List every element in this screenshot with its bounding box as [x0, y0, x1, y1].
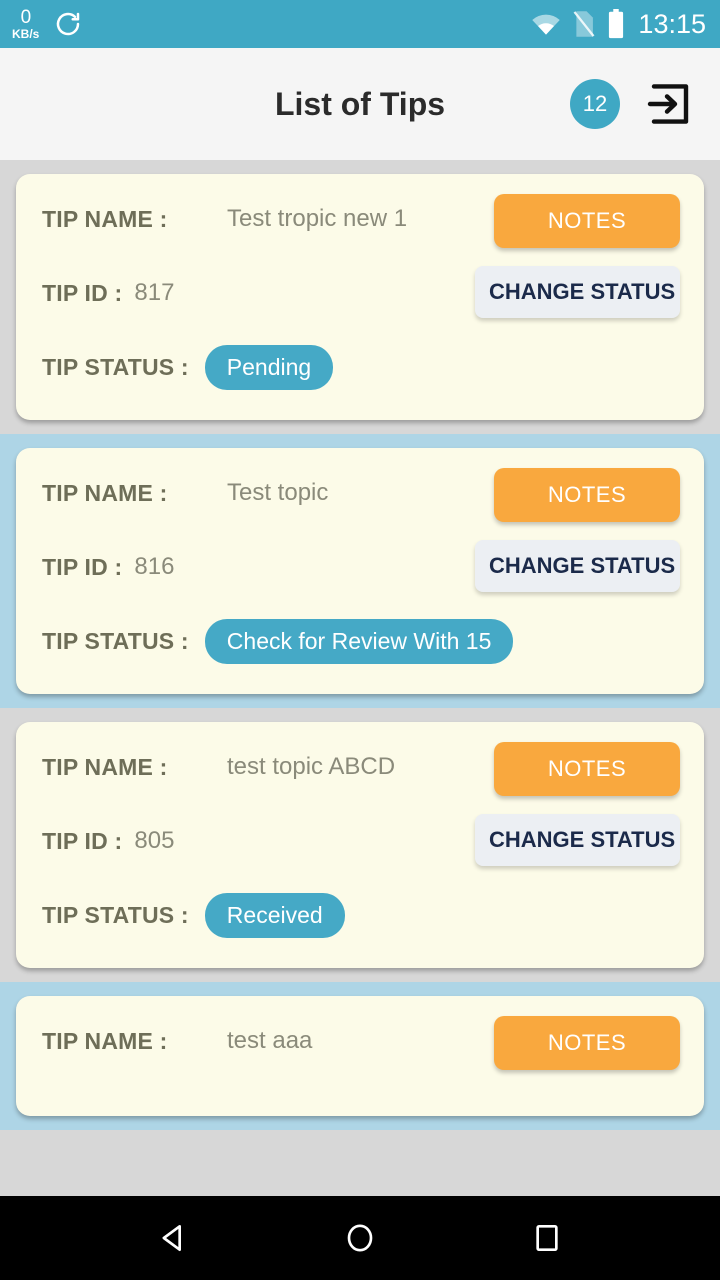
- list-item[interactable]: NOTES TIP NAME : test aaa: [0, 982, 720, 1130]
- tip-name-value: test topic ABCD: [227, 753, 396, 780]
- android-navigation-bar: [0, 1196, 720, 1280]
- tip-status-row: TIP STATUS : Check for Review With 15: [42, 616, 680, 666]
- tip-name-row: TIP NAME : test aaa: [42, 1016, 680, 1066]
- network-speed-value: 0: [20, 7, 32, 28]
- tip-card[interactable]: NOTES CHANGE STATUS TIP NAME : Test trop…: [16, 174, 704, 420]
- list-item[interactable]: NOTES CHANGE STATUS TIP NAME : test topi…: [0, 708, 720, 982]
- tip-id-value: 805: [134, 827, 175, 854]
- tip-id-value: 817: [134, 279, 175, 306]
- tip-name-value: test aaa: [227, 1027, 313, 1054]
- tip-name-label: TIP NAME :: [42, 479, 168, 506]
- tip-name-value: Test tropic new 1: [227, 205, 408, 232]
- tip-card-fields: TIP NAME : test aaa: [42, 1016, 680, 1066]
- status-badge[interactable]: Check for Review With 15: [204, 618, 514, 664]
- tip-id-label: TIP ID :: [42, 279, 123, 306]
- page-title: List of Tips: [274, 85, 446, 122]
- tip-status-pill-wrap: Check for Review With 15: [204, 618, 514, 664]
- tip-id-row: TIP ID : 816: [42, 542, 680, 592]
- status-badge[interactable]: Received: [204, 892, 345, 938]
- tip-count-badge[interactable]: 12: [570, 79, 620, 129]
- header-actions: 12: [570, 79, 694, 129]
- tip-id-value: 816: [134, 553, 175, 580]
- wifi-icon: [531, 12, 561, 36]
- tip-status-label: TIP STATUS :: [42, 353, 189, 380]
- status-badge[interactable]: Pending: [204, 344, 334, 390]
- logout-button[interactable]: [646, 80, 694, 128]
- tip-id-row: TIP ID : 817: [42, 268, 680, 318]
- tip-card[interactable]: NOTES CHANGE STATUS TIP NAME : test topi…: [16, 722, 704, 968]
- app-header: List of Tips 12: [0, 48, 720, 160]
- battery-full-icon: [607, 9, 625, 39]
- list-item[interactable]: NOTES CHANGE STATUS TIP NAME : Test topi…: [0, 434, 720, 708]
- tip-status-label: TIP STATUS :: [42, 901, 189, 928]
- tip-name-label: TIP NAME :: [42, 1027, 168, 1054]
- network-speed-indicator: 0 KB/s: [12, 8, 39, 40]
- app-root: 0 KB/s 13:15 List of Tips 12 NOTES CHANG…: [0, 0, 720, 1280]
- logout-exit-icon: [646, 80, 694, 128]
- tip-card[interactable]: NOTES TIP NAME : test aaa: [16, 996, 704, 1116]
- status-bar-clock: 13:15: [638, 8, 706, 39]
- home-circle-icon[interactable]: [340, 1218, 380, 1258]
- tip-name-value: Test topic: [227, 479, 329, 506]
- status-bar-right: 13:15: [531, 9, 706, 40]
- tip-status-row: TIP STATUS : Pending: [42, 342, 680, 392]
- tip-card-fields: TIP NAME : Test topic TIP ID : 816 TIP S…: [42, 468, 680, 666]
- status-bar: 0 KB/s 13:15: [0, 0, 720, 48]
- tip-status-row: TIP STATUS : Received: [42, 890, 680, 940]
- tip-status-pill-wrap: Received: [204, 892, 345, 938]
- tip-status-label: TIP STATUS :: [42, 627, 189, 654]
- status-bar-left: 0 KB/s: [12, 8, 83, 40]
- tip-id-row: TIP ID : 805: [42, 816, 680, 866]
- tip-id-label: TIP ID :: [42, 553, 123, 580]
- tip-id-label: TIP ID :: [42, 827, 123, 854]
- tip-name-row: TIP NAME : Test tropic new 1: [42, 194, 680, 244]
- list-item[interactable]: NOTES CHANGE STATUS TIP NAME : Test trop…: [0, 160, 720, 434]
- sync-refresh-icon: [53, 9, 83, 39]
- back-triangle-icon[interactable]: [153, 1218, 193, 1258]
- network-speed-unit: KB/s: [12, 27, 40, 41]
- tips-list[interactable]: NOTES CHANGE STATUS TIP NAME : Test trop…: [0, 160, 720, 1196]
- recents-square-icon[interactable]: [527, 1218, 567, 1258]
- tip-status-pill-wrap: Pending: [204, 344, 334, 390]
- tip-card[interactable]: NOTES CHANGE STATUS TIP NAME : Test topi…: [16, 448, 704, 694]
- tip-name-label: TIP NAME :: [42, 753, 168, 780]
- tip-name-label: TIP NAME :: [42, 205, 168, 232]
- tip-name-row: TIP NAME : test topic ABCD: [42, 742, 680, 792]
- tip-card-fields: TIP NAME : Test tropic new 1 TIP ID : 81…: [42, 194, 680, 392]
- sim-card-disabled-icon: [572, 10, 596, 38]
- tip-card-fields: TIP NAME : test topic ABCD TIP ID : 805 …: [42, 742, 680, 940]
- tip-name-row: TIP NAME : Test topic: [42, 468, 680, 518]
